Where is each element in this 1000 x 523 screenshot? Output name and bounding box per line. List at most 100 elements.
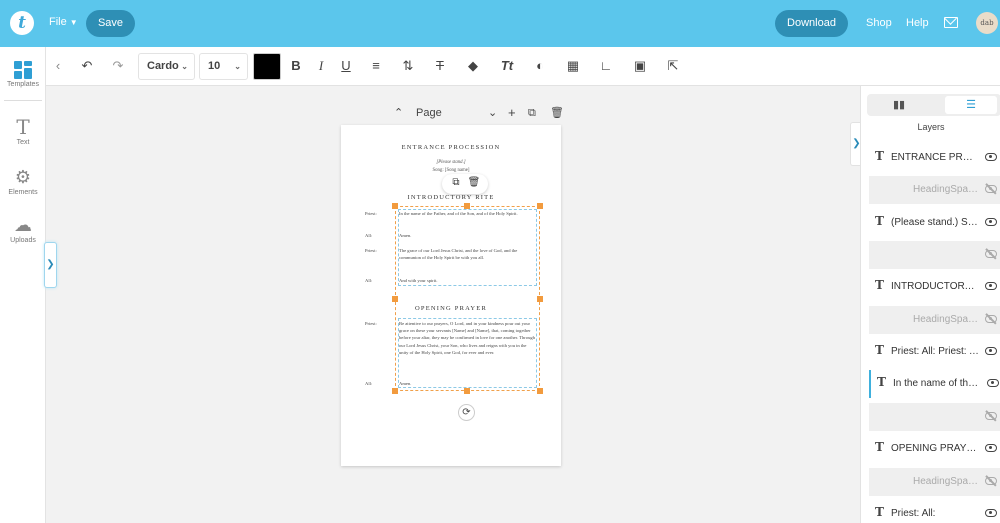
layer-name: In the name of the Father — [893, 378, 981, 389]
text-style-icon[interactable]: Tt — [497, 56, 517, 76]
app-logo[interactable]: t — [10, 11, 34, 35]
heading-introductory[interactable]: INTRODUCTORY RITE — [341, 194, 561, 201]
shop-link[interactable]: Shop — [866, 17, 892, 29]
eye-icon[interactable] — [985, 282, 997, 290]
layer-name: INTRODUCTORY RITE — [891, 281, 979, 292]
sidebar-item-label: Templates — [7, 81, 39, 88]
line-spacing-icon[interactable]: ⇅ — [398, 56, 418, 76]
chevron-down-icon: ▼ — [69, 18, 78, 27]
resize-handle[interactable] — [392, 388, 398, 394]
expand-panel-tab[interactable]: ❯ — [44, 242, 57, 288]
cloud-upload-icon: ☁ — [14, 215, 32, 235]
eye-icon[interactable] — [985, 153, 997, 161]
sidebar-item-uploads[interactable]: ☁ Uploads — [0, 215, 46, 244]
chevron-down-icon: ⌄ — [181, 62, 188, 71]
save-button[interactable]: Save — [86, 10, 135, 37]
text-color-swatch[interactable] — [253, 53, 281, 80]
text-frame-outline — [398, 318, 537, 388]
layer-item-selected[interactable]: T In the name of the Father — [869, 370, 1000, 398]
eye-off-icon[interactable] — [985, 412, 997, 420]
add-page-icon[interactable]: + — [508, 104, 516, 122]
eye-icon[interactable] — [987, 379, 999, 387]
help-link[interactable]: Help — [906, 17, 929, 29]
chevron-down-icon: ⌄ — [234, 62, 241, 71]
layer-item[interactable]: T Priest: All: — [869, 500, 1000, 523]
effects-icon[interactable]: ◐ — [530, 56, 550, 76]
mail-icon[interactable] — [944, 17, 958, 28]
layer-item[interactable]: HeadingSpacer — [869, 468, 1000, 496]
eye-off-icon[interactable] — [985, 250, 997, 258]
eye-icon[interactable] — [985, 444, 997, 452]
delete-page-icon[interactable]: 🗑 — [550, 104, 564, 122]
rotate-icon[interactable]: ⟳ — [458, 404, 475, 421]
undo-icon[interactable]: ↶ — [77, 56, 97, 76]
layer-name: Priest: All: Priest: All: — [891, 346, 979, 357]
strikethrough-icon[interactable]: T — [430, 56, 450, 76]
eye-off-icon[interactable] — [985, 477, 997, 485]
layer-item[interactable]: HeadingSpacer — [869, 176, 1000, 204]
layer-item[interactable]: T (Please stand.) Song: [Song name] — [869, 209, 1000, 237]
panel-tabs: ▮▮ ☰ — [867, 94, 1000, 116]
dimensions-icon[interactable]: ∟ — [596, 56, 616, 76]
chevron-up-icon[interactable]: ⌃ — [394, 104, 403, 122]
text-layer-icon: T — [875, 505, 884, 519]
resize-handle[interactable] — [537, 388, 543, 394]
pages-tab-icon[interactable]: ▮▮ — [873, 96, 925, 114]
font-size-select[interactable]: 10 ⌄ — [199, 53, 248, 80]
top-bar: t File ▼ Save Download Shop Help dab — [0, 0, 1000, 47]
stand-note[interactable]: [Please stand.] — [341, 160, 561, 165]
layer-item[interactable] — [869, 403, 1000, 431]
layer-item[interactable]: T OPENING PRAYER — [869, 435, 1000, 463]
layer-item[interactable]: T Priest: All: Priest: All: — [869, 338, 1000, 366]
eye-off-icon[interactable] — [985, 315, 997, 323]
layer-item[interactable]: T INTRODUCTORY RITE — [869, 273, 1000, 301]
redo-icon[interactable]: ↷ — [108, 56, 128, 76]
chevron-down-icon[interactable]: ⌄ — [488, 104, 497, 122]
sidebar-item-text[interactable]: T Text — [0, 117, 46, 146]
back-icon[interactable]: ‹ — [48, 56, 68, 76]
resize-handle[interactable] — [464, 203, 470, 209]
eye-icon[interactable] — [985, 509, 997, 517]
layers-tab-icon[interactable]: ☰ — [945, 96, 997, 114]
heading-entrance[interactable]: ENTRANCE PROCESSION — [341, 144, 561, 151]
role-label: All: — [365, 233, 373, 238]
italic-icon[interactable]: I — [311, 56, 331, 76]
format-toolbar: ‹ ↶ ↷ Cardo ⌄ 10 ⌄ B I U ≡ ⇅ T ◆ Tt ◐ ▦ … — [46, 47, 1000, 86]
sidebar-item-elements[interactable]: ⚙ Elements — [0, 167, 46, 196]
layers-order-icon[interactable]: ◆ — [463, 56, 483, 76]
song-line[interactable]: Song: [Song name] — [341, 168, 561, 173]
align-left-icon[interactable]: ≡ — [366, 56, 386, 76]
role-label: All: — [365, 381, 373, 386]
resize-handle[interactable] — [464, 388, 470, 394]
bold-icon[interactable]: B — [286, 56, 306, 76]
file-menu[interactable]: File ▼ — [49, 16, 78, 28]
resize-handle[interactable] — [537, 203, 543, 209]
underline-icon[interactable]: U — [336, 56, 356, 76]
resize-handle[interactable] — [537, 296, 543, 302]
font-family-select[interactable]: Cardo ⌄ — [138, 53, 195, 80]
templates-grid-icon — [14, 61, 32, 79]
sidebar-item-templates[interactable]: Templates — [0, 61, 46, 88]
layer-item[interactable] — [869, 241, 1000, 269]
text-layer-icon: T — [875, 278, 884, 292]
eye-off-icon[interactable] — [985, 185, 997, 193]
trash-icon[interactable]: 🗑 — [467, 177, 481, 188]
currency-icon[interactable]: ▦ — [563, 56, 583, 76]
duplicate-icon[interactable]: ⧉ — [449, 177, 463, 188]
eye-icon[interactable] — [985, 218, 997, 226]
duplicate-page-icon[interactable]: ⧉ — [528, 104, 536, 122]
resize-handle[interactable] — [392, 296, 398, 302]
layer-name: HeadingSpacer — [913, 314, 979, 325]
layer-item[interactable]: HeadingSpacer — [869, 306, 1000, 334]
text-layer-icon: T — [875, 214, 884, 228]
role-label: Priest: — [365, 321, 377, 326]
document-page[interactable]: ENTRANCE PROCESSION [Please stand.] Song… — [341, 125, 561, 466]
resize-handle[interactable] — [392, 203, 398, 209]
font-size-value: 10 — [208, 60, 221, 72]
download-button[interactable]: Download — [775, 10, 848, 37]
resize-icon[interactable]: ⇱ — [663, 56, 683, 76]
layer-item[interactable]: T ENTRANCE PROCESSION — [869, 144, 1000, 172]
avatar[interactable]: dab — [976, 12, 998, 34]
crop-icon[interactable]: ▣ — [630, 56, 650, 76]
eye-icon[interactable] — [985, 347, 997, 355]
